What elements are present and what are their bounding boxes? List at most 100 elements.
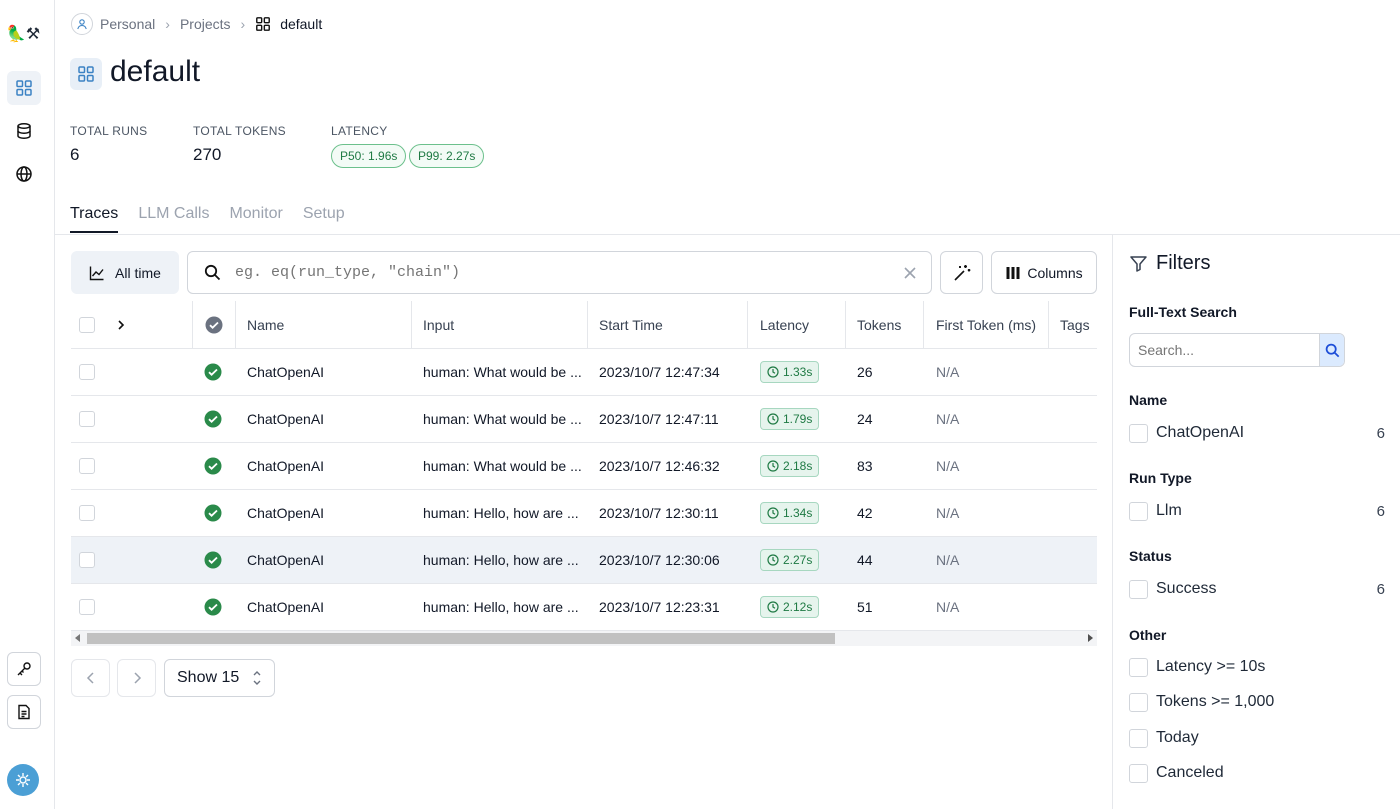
other-filter-option-latency[interactable]: Latency >= 10s xyxy=(1129,655,1387,679)
chart-line-icon xyxy=(89,266,104,280)
fulltext-search[interactable] xyxy=(1129,333,1345,367)
table-row[interactable]: ChatOpenAI human: Hello, how are ... 2023/… xyxy=(71,537,1097,584)
projects-nav-icon[interactable] xyxy=(7,71,41,105)
status-filter-option[interactable]: Success 6 xyxy=(1129,577,1387,601)
name-filter-checkbox[interactable] xyxy=(1129,423,1148,443)
other-filter-option-label: Tokens >= 1,000 xyxy=(1156,693,1275,710)
tab-setup[interactable]: Setup xyxy=(303,205,345,233)
horizontal-scrollbar[interactable] xyxy=(71,631,1097,646)
hub-globe-icon[interactable] xyxy=(7,157,41,191)
tab-traces[interactable]: Traces xyxy=(70,205,119,233)
tab-llm-calls[interactable]: LLM Calls xyxy=(138,205,209,233)
page-size-select[interactable]: Show 15 xyxy=(164,659,275,697)
other-filter-checkbox[interactable] xyxy=(1129,692,1148,712)
scroll-right-arrow-icon[interactable] xyxy=(1088,634,1093,642)
close-icon xyxy=(904,266,916,279)
name-filter-count: 6 xyxy=(1376,424,1385,442)
column-header-tokens[interactable]: Tokens xyxy=(857,301,901,348)
name-filter-option[interactable]: ChatOpenAI 6 xyxy=(1129,421,1387,445)
row-checkbox[interactable] xyxy=(79,364,95,380)
other-filter-option-canceled[interactable]: Canceled xyxy=(1129,761,1387,785)
magic-wand-icon xyxy=(953,264,970,281)
row-first-token: N/A xyxy=(936,599,960,615)
name-filter-label: Name xyxy=(1129,392,1168,408)
docs-icon[interactable] xyxy=(7,695,41,729)
other-filter-checkbox[interactable] xyxy=(1129,657,1148,677)
previous-page-button[interactable] xyxy=(71,659,110,697)
user-avatar[interactable] xyxy=(7,764,39,796)
breadcrumb-projects[interactable]: Projects xyxy=(180,16,231,32)
latency-value: 2.18s xyxy=(783,459,813,473)
row-tokens: 26 xyxy=(857,364,873,380)
fulltext-search-button[interactable] xyxy=(1319,334,1344,366)
column-header-latency[interactable]: Latency xyxy=(760,301,809,348)
row-tokens: 83 xyxy=(857,458,873,474)
fulltext-search-input[interactable] xyxy=(1130,342,1319,358)
row-name[interactable]: ChatOpenAI xyxy=(247,537,324,583)
row-checkbox[interactable] xyxy=(79,552,95,568)
filter-query-input[interactable] xyxy=(235,264,903,281)
filter-icon xyxy=(1130,256,1147,272)
divider xyxy=(55,234,1400,235)
column-header-start-time[interactable]: Start Time xyxy=(599,301,663,348)
expand-all-chevron-icon[interactable] xyxy=(116,301,126,348)
row-checkbox[interactable] xyxy=(79,458,95,474)
row-first-token: N/A xyxy=(936,458,960,474)
tab-monitor[interactable]: Monitor xyxy=(229,205,282,233)
table-row[interactable]: ChatOpenAI human: What would be ... 2023/1… xyxy=(71,443,1097,490)
clock-icon xyxy=(767,601,779,613)
api-key-icon[interactable] xyxy=(7,652,41,686)
row-checkbox[interactable] xyxy=(79,505,95,521)
columns-button[interactable]: Columns xyxy=(991,251,1097,294)
latency-label: LATENCY xyxy=(331,124,388,138)
row-name[interactable]: ChatOpenAI xyxy=(247,349,324,395)
table-row[interactable]: ChatOpenAI human: Hello, how are ... 2023/… xyxy=(71,584,1097,631)
table-row[interactable]: ChatOpenAI human: Hello, how are ... 2023/… xyxy=(71,490,1097,537)
row-name[interactable]: ChatOpenAI xyxy=(247,584,324,630)
next-page-button[interactable] xyxy=(117,659,156,697)
trace-filter-search[interactable] xyxy=(187,251,932,294)
status-filter-checkbox[interactable] xyxy=(1129,579,1148,599)
row-name[interactable]: ChatOpenAI xyxy=(247,443,324,489)
runtype-filter-label: Run Type xyxy=(1129,470,1192,486)
table-row[interactable]: ChatOpenAI human: What would be ... 2023/1… xyxy=(71,349,1097,396)
row-name[interactable]: ChatOpenAI xyxy=(247,490,324,536)
project-grid-icon xyxy=(70,58,102,90)
row-first-token: N/A xyxy=(936,364,960,380)
row-tokens: 42 xyxy=(857,505,873,521)
runtype-filter-checkbox[interactable] xyxy=(1129,501,1148,521)
runtype-filter-option[interactable]: Llm 6 xyxy=(1129,499,1387,523)
row-input: human: Hello, how are ... xyxy=(423,505,579,521)
clock-icon xyxy=(767,460,779,472)
other-filter-option-today[interactable]: Today xyxy=(1129,726,1387,750)
row-name[interactable]: ChatOpenAI xyxy=(247,396,324,442)
scroll-left-arrow-icon[interactable] xyxy=(75,634,80,642)
clock-icon xyxy=(767,507,779,519)
select-all-checkbox[interactable] xyxy=(79,316,95,333)
clock-icon xyxy=(767,554,779,566)
breadcrumb: Personal › Projects › default xyxy=(71,12,322,36)
datasets-nav-icon[interactable] xyxy=(7,114,41,148)
column-header-tags[interactable]: Tags xyxy=(1060,301,1090,348)
latency-value: 1.79s xyxy=(783,412,813,426)
column-header-first-token[interactable]: First Token (ms) xyxy=(936,301,1036,348)
scrollbar-thumb[interactable] xyxy=(87,633,835,644)
ai-query-button[interactable] xyxy=(940,251,983,294)
latency-value: 2.12s xyxy=(783,600,813,614)
app-logo[interactable]: 🦜⚒ xyxy=(6,24,40,44)
chevron-right-icon: › xyxy=(165,16,170,32)
other-filter-option-tokens[interactable]: Tokens >= 1,000 xyxy=(1129,690,1387,714)
divider xyxy=(1112,235,1113,809)
page-size-label: Show 15 xyxy=(177,669,240,686)
table-row[interactable]: ChatOpenAI human: What would be ... 2023/1… xyxy=(71,396,1097,443)
other-filter-checkbox[interactable] xyxy=(1129,763,1148,783)
row-first-token: N/A xyxy=(936,552,960,568)
column-header-input[interactable]: Input xyxy=(423,301,454,348)
total-runs-value: 6 xyxy=(70,145,80,164)
column-header-name[interactable]: Name xyxy=(247,301,284,348)
row-checkbox[interactable] xyxy=(79,411,95,427)
other-filter-checkbox[interactable] xyxy=(1129,728,1148,748)
row-checkbox[interactable] xyxy=(79,599,95,615)
breadcrumb-personal[interactable]: Personal xyxy=(100,16,155,32)
time-range-button[interactable]: All time xyxy=(71,251,179,294)
